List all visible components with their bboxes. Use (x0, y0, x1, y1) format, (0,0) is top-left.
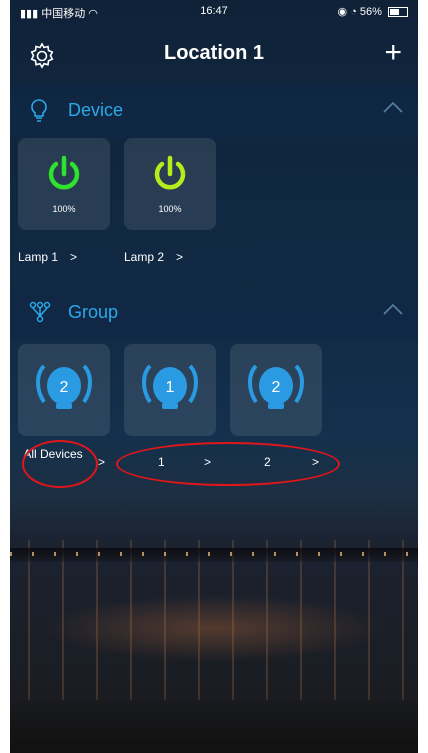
group-bulb-icon: 2 (36, 364, 92, 409)
page-title: Location 1 (163, 42, 264, 64)
device-section-label: Device (68, 100, 124, 120)
lamp-2-label: Lamp 2 (124, 250, 165, 264)
group-bulb-icon: 1 (142, 364, 198, 409)
chevron-right-icon[interactable]: > (98, 455, 105, 469)
group-badge: 1 (166, 379, 175, 396)
battery-status: ◉ ◔ 56% (338, 5, 408, 18)
battery-icon (388, 7, 408, 18)
power-icon[interactable] (44, 154, 84, 194)
lamp-1-label: Lamp 1 (18, 250, 59, 264)
group-section-header[interactable]: Group (10, 288, 418, 340)
group-section-label: Group (68, 302, 119, 322)
lamp-2-tile[interactable]: 100% (124, 138, 216, 230)
chevron-up-icon[interactable] (382, 100, 404, 114)
lamp-1-link[interactable]: Lamp 1 > (18, 250, 77, 264)
annotation-oval-all-devices (22, 440, 98, 488)
background-lights (10, 552, 418, 556)
nav-bar: Location 1 + (10, 24, 418, 84)
lamp-1-brightness: 100% (52, 204, 76, 214)
group-bulb-icon: 2 (248, 364, 304, 409)
group-nodes-icon (29, 301, 51, 323)
device-section-header[interactable]: Device (10, 86, 418, 138)
background-lake (10, 540, 418, 700)
chevron-up-icon[interactable] (382, 302, 404, 316)
lamp-2-brightness: 100% (158, 204, 182, 214)
background-shade (10, 693, 418, 753)
alarm-icon: ◔ (350, 6, 357, 18)
app-screen: ▮▮▮ 中国移动 ◠ 16:47 ◉ ◔ 56% Location 1 + De… (10, 0, 418, 753)
chevron-right-icon: > (70, 250, 78, 264)
add-button[interactable]: + (384, 36, 402, 70)
group-1-tile[interactable]: 1 (124, 344, 216, 436)
chevron-right-icon: > (176, 250, 184, 264)
power-icon[interactable] (150, 154, 190, 194)
lamp-2-link[interactable]: Lamp 2 > (124, 250, 183, 264)
battery-percent: 56% (359, 6, 382, 18)
annotation-oval-groups (116, 442, 340, 486)
group-2-tile[interactable]: 2 (230, 344, 322, 436)
location-icon: ◉ (337, 6, 348, 18)
group-badge: 2 (272, 379, 281, 396)
group-badge: 2 (60, 379, 69, 396)
group-all-devices-tile[interactable]: 2 (18, 344, 110, 436)
lamp-1-tile[interactable]: 100% (18, 138, 110, 230)
status-bar: ▮▮▮ 中国移动 ◠ 16:47 ◉ ◔ 56% (10, 0, 418, 22)
bulb-outline-icon (31, 99, 47, 122)
